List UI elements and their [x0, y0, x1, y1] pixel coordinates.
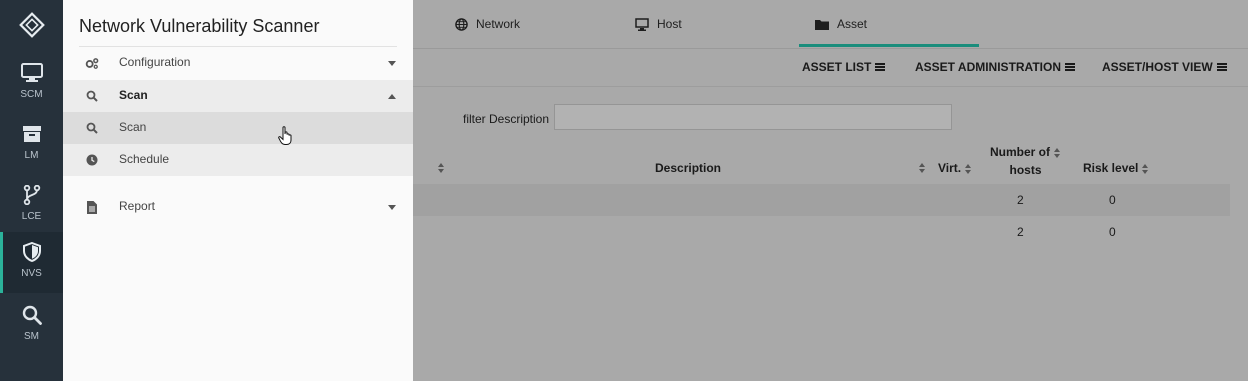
risk-level-cell: 0	[1109, 225, 1116, 239]
table-row[interactable]: 2 0	[413, 216, 1230, 248]
shield-icon	[22, 240, 41, 264]
search-icon	[85, 121, 99, 135]
hosts-cell: 2	[1017, 225, 1024, 239]
rail-item-label: LM	[24, 150, 39, 161]
rail-item-label: NVS	[21, 268, 42, 279]
rail-item-label: SM	[24, 331, 39, 342]
menu-item-configuration[interactable]: Configuration	[63, 47, 413, 79]
sort-icon[interactable]	[438, 163, 445, 173]
menu-item-label: Report	[119, 199, 156, 213]
tab-bar: Network Host Asset	[413, 0, 1248, 49]
divider	[413, 86, 1248, 87]
menu-item-schedule[interactable]: Schedule	[63, 144, 413, 176]
tab-label: Asset	[837, 17, 868, 31]
rail-item-label: LCE	[21, 211, 42, 222]
header-label: hosts	[1009, 163, 1042, 177]
search-icon	[22, 303, 42, 327]
app-logo[interactable]	[0, 0, 63, 50]
globe-icon	[455, 17, 468, 31]
tab-network[interactable]: Network	[455, 0, 520, 48]
navigation-drawer: Network Vulnerability Scanner Configurat…	[63, 0, 413, 381]
archive-icon	[22, 122, 42, 146]
column-header-description[interactable]: Description	[655, 161, 721, 175]
risk-level-cell: 0	[1109, 193, 1116, 207]
menu-item-scan-group[interactable]: Scan	[63, 80, 413, 112]
menu-item-report[interactable]: Report	[63, 191, 413, 223]
monitor-icon	[635, 17, 649, 31]
gears-icon	[85, 56, 99, 70]
asset-list-menu[interactable]: ASSET LIST	[802, 60, 886, 74]
sort-icon	[1142, 163, 1149, 174]
column-header-hosts[interactable]: Number of hosts	[990, 143, 1061, 179]
clock-icon	[85, 153, 99, 167]
rail-item-label: SCM	[20, 89, 43, 100]
app-rail: SCM LM LCE NVS SM	[0, 0, 63, 381]
chevron-down-icon	[388, 205, 396, 210]
tab-asset[interactable]: Asset	[815, 0, 867, 48]
menu-item-label: Configuration	[119, 55, 191, 69]
column-header-virt[interactable]: Virt.	[938, 161, 972, 175]
header-label: Description	[655, 161, 722, 175]
hosts-cell: 2	[1017, 193, 1024, 207]
menu-item-label: Scan	[119, 88, 148, 102]
sort-icon[interactable]	[919, 163, 926, 173]
menu-icon	[1216, 63, 1227, 71]
asset-list-label: ASSET LIST	[802, 60, 872, 74]
asset-administration-menu[interactable]: ASSET ADMINISTRATION	[915, 60, 1075, 74]
menu-item-label: Schedule	[119, 152, 170, 166]
sort-icon	[965, 163, 972, 174]
table-row[interactable]: 2 0	[413, 184, 1230, 216]
search-icon	[85, 89, 99, 103]
menu-item-scan[interactable]: Scan	[63, 112, 413, 144]
tab-label: Host	[657, 17, 682, 31]
header-label: Number of	[990, 145, 1050, 159]
folder-icon	[815, 18, 829, 30]
drawer-title: Network Vulnerability Scanner	[79, 16, 320, 36]
document-icon	[85, 200, 99, 214]
branch-icon	[23, 183, 41, 207]
tab-label: Network	[476, 17, 521, 31]
rail-item-scm[interactable]: SCM	[0, 53, 63, 114]
tab-host[interactable]: Host	[635, 0, 682, 48]
chevron-up-icon	[388, 94, 396, 99]
active-tab-indicator	[799, 44, 979, 47]
asset-host-view-menu[interactable]: ASSET/HOST VIEW	[1102, 60, 1227, 74]
hand-pointer-icon	[278, 126, 294, 149]
sort-icon	[1054, 147, 1061, 158]
filter-description-input[interactable]	[554, 104, 952, 130]
menu-icon	[875, 63, 886, 71]
rail-item-lm[interactable]: LM	[0, 114, 63, 175]
header-label: Virt.	[938, 161, 962, 175]
menu-icon	[1065, 63, 1075, 71]
column-header-risk-level[interactable]: Risk level	[1083, 161, 1149, 175]
monitor-icon	[20, 61, 43, 85]
asset-administration-label: ASSET ADMINISTRATION	[915, 60, 1061, 74]
main-content: Network Host Asset ASSET LIST ASSET ADMI…	[413, 0, 1248, 381]
rail-item-nvs[interactable]: NVS	[0, 232, 63, 293]
rail-item-lce[interactable]: LCE	[0, 175, 63, 236]
chevron-down-icon	[388, 61, 396, 66]
logo-icon	[18, 12, 45, 38]
menu-item-label: Scan	[119, 120, 147, 134]
asset-host-view-label: ASSET/HOST VIEW	[1102, 60, 1213, 74]
header-label: Risk level	[1083, 161, 1139, 175]
rail-item-sm[interactable]: SM	[0, 295, 63, 356]
filter-description-label: filter Description	[463, 112, 550, 126]
